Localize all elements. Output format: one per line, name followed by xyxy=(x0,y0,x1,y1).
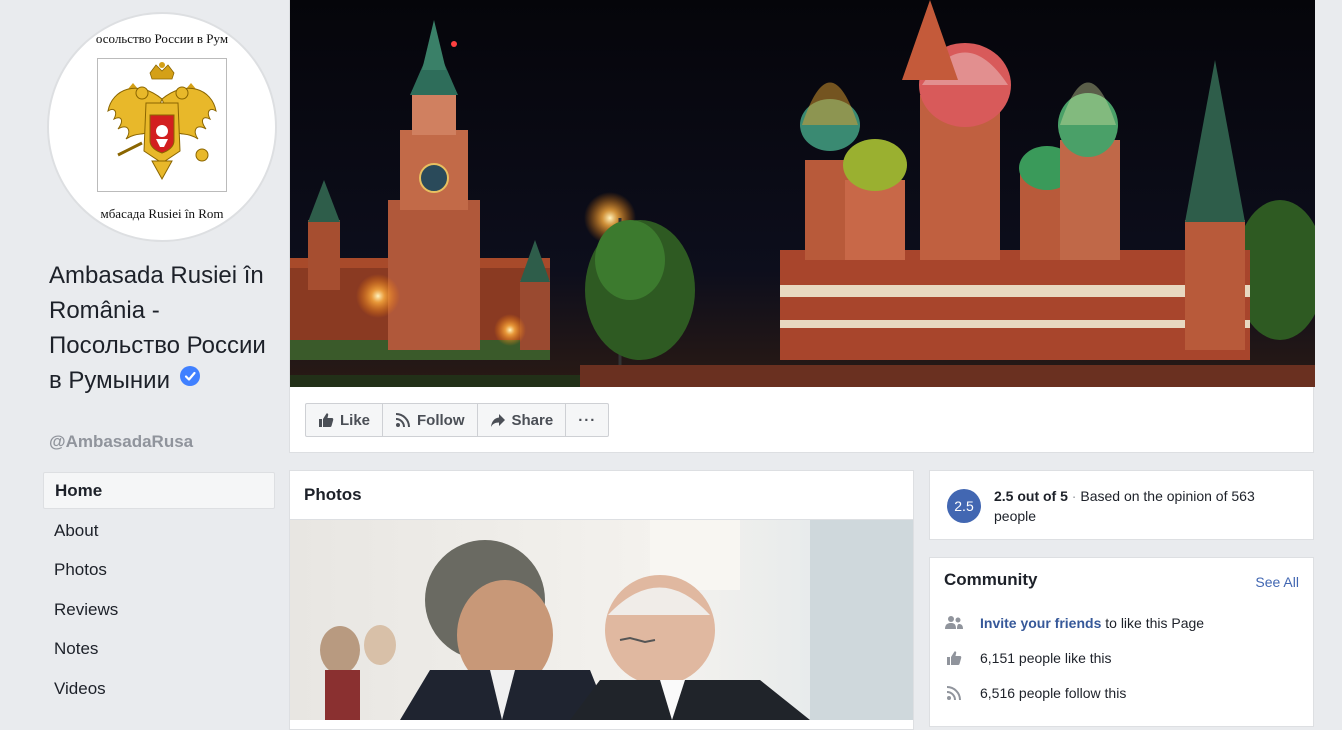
page-action-bar: Like Follow Share ··· xyxy=(305,403,610,437)
follows-row: 6,516 people follow this xyxy=(944,683,1126,703)
nav-item-notes[interactable]: Notes xyxy=(43,630,275,667)
invite-friends-text: to like this Page xyxy=(1101,615,1205,631)
share-button-label: Share xyxy=(511,411,554,429)
community-card: Community See All Invite your friends to… xyxy=(929,557,1314,727)
verified-check-icon xyxy=(179,366,200,386)
rss-feed-icon xyxy=(395,413,411,428)
share-arrow-icon xyxy=(490,414,505,427)
people-icon xyxy=(944,614,964,632)
share-button[interactable]: Share xyxy=(478,404,567,436)
nav-item-videos[interactable]: Videos xyxy=(43,670,275,707)
seal-text-top: осольство России в Рум xyxy=(95,31,229,46)
rating-summary: 2.5 out of 5 · Based on the opinion of 5… xyxy=(994,486,1299,526)
nav-item-about[interactable]: About xyxy=(43,512,275,549)
seal-text-bottom: мбасада Rusiei în Rom xyxy=(100,206,224,221)
follow-button[interactable]: Follow xyxy=(383,404,478,436)
rating-separator: · xyxy=(1067,488,1081,504)
see-all-link[interactable]: See All xyxy=(1255,574,1299,590)
profile-picture[interactable]: осольство России в Рум мбасада Rusiei în… xyxy=(48,13,276,241)
nav-item-home[interactable]: Home xyxy=(43,472,275,509)
photo-thumbnail[interactable] xyxy=(290,520,913,720)
more-dots-icon: ··· xyxy=(578,411,597,429)
community-title[interactable]: Community xyxy=(944,570,1038,590)
rating-score-badge[interactable]: 2.5 xyxy=(947,489,981,523)
page-title-text[interactable]: Ambasada Rusiei în România - Посольство … xyxy=(49,262,266,394)
rss-feed-icon xyxy=(944,684,964,702)
left-column: осольство России в Рум мбасада Rusiei în… xyxy=(0,0,289,713)
like-button-label: Like xyxy=(340,411,371,429)
follow-button-label: Follow xyxy=(417,411,465,429)
cover-card: Like Follow Share ··· xyxy=(289,0,1315,453)
left-nav: Home About Photos Reviews Notes Videos xyxy=(43,472,275,709)
invite-friends-link[interactable]: Invite your friends xyxy=(980,615,1101,631)
rating-card: 2.5 2.5 out of 5 · Based on the opinion … xyxy=(929,470,1314,540)
like-button[interactable]: Like xyxy=(306,404,384,436)
nav-item-photos[interactable]: Photos xyxy=(43,551,275,588)
nav-item-reviews[interactable]: Reviews xyxy=(43,591,275,628)
thumbs-up-icon xyxy=(944,649,964,667)
page-handle[interactable]: @AmbasadaRusa xyxy=(49,432,193,452)
coat-of-arms-emblem xyxy=(97,58,227,192)
likes-count: 6,151 people like this xyxy=(980,650,1112,666)
photos-card-title[interactable]: Photos xyxy=(304,485,362,505)
cover-photo[interactable] xyxy=(290,0,1315,387)
rating-score-label: 2.5 out of 5 xyxy=(994,488,1068,504)
page-title[interactable]: Ambasada Rusiei în România - Посольство … xyxy=(49,258,279,398)
follows-count: 6,516 people follow this xyxy=(980,685,1127,701)
invite-friends-row: Invite your friends to like this Page xyxy=(944,613,1204,633)
photos-card: Photos xyxy=(289,470,914,730)
more-options-button[interactable]: ··· xyxy=(566,404,608,436)
thumbs-up-icon xyxy=(319,413,334,427)
likes-row: 6,151 people like this xyxy=(944,648,1112,668)
